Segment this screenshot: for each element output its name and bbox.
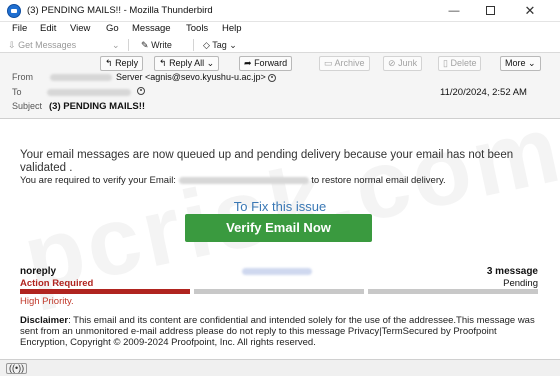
- message-date: 11/20/2024, 2:52 AM: [440, 87, 527, 98]
- disclaimer-text: Disclaimer: This email and its content a…: [20, 315, 540, 348]
- junk-label: Junk: [398, 58, 418, 68]
- archive-button[interactable]: ▭ Archive: [319, 56, 370, 71]
- title-bar: (3) PENDING MAILS!! - Mozilla Thunderbir…: [0, 0, 560, 22]
- message-header: ↰ Reply ↰ Reply All ⌄ ➦ Forward ▭ Archiv…: [0, 53, 560, 119]
- pending-label: Pending: [503, 278, 538, 289]
- delete-button[interactable]: ▯ Delete: [438, 56, 482, 71]
- more-label: More: [505, 58, 526, 68]
- minimize-button[interactable]: —: [436, 0, 472, 22]
- write-button[interactable]: ✎ Write: [141, 38, 172, 52]
- from-address: Server <agnis@sevo.kyushu-u.ac.jp>: [116, 72, 266, 82]
- redacted-sender-name: [50, 74, 112, 81]
- action-required-label: Action Required: [20, 278, 94, 289]
- redacted-email: [178, 176, 309, 184]
- progress-segment-pending: [368, 289, 538, 294]
- menu-go[interactable]: Go: [106, 23, 119, 34]
- menu-file[interactable]: File: [12, 23, 27, 34]
- maximize-icon: [485, 5, 495, 15]
- chevron-down-icon: ⌄: [528, 58, 536, 68]
- forward-icon: ➦: [244, 58, 252, 68]
- to-label: To: [12, 87, 22, 97]
- message-count: 3 message: [486, 266, 538, 277]
- priority-label: High Priority.: [20, 296, 74, 307]
- menu-help[interactable]: Help: [222, 23, 242, 34]
- message-body: pcrisk.com Your email messages are now q…: [0, 119, 560, 359]
- trash-icon: ▯: [443, 58, 448, 68]
- disclaimer-heading: Disclaimer: [20, 315, 69, 326]
- reply-label: Reply: [115, 58, 139, 68]
- tag-icon: ◇: [203, 40, 210, 50]
- queued-message-text: Your email messages are now queued up an…: [20, 149, 514, 174]
- toolbar-divider: [128, 39, 129, 51]
- chevron-down-icon: ⌄: [112, 40, 120, 50]
- write-label: Write: [151, 40, 172, 50]
- redacted-link[interactable]: [242, 268, 312, 275]
- main-toolbar: ⇩ Get Messages ⌄ ✎ Write ◇ Tag ⌄: [0, 37, 560, 53]
- verify-instruction-end: to restore normal email delivery.: [308, 175, 446, 186]
- reply-all-icon: ↰: [159, 58, 167, 68]
- disclaimer-body: : This email and its content are confide…: [20, 315, 535, 348]
- thunderbird-app-icon: [7, 4, 21, 18]
- archive-icon: ▭: [324, 58, 333, 68]
- redacted-recipient: [47, 89, 131, 96]
- download-icon: ⇩: [8, 40, 16, 50]
- pencil-icon: ✎: [141, 40, 149, 50]
- from-value[interactable]: Server <agnis@sevo.kyushu-u.ac.jp>: [116, 72, 276, 82]
- reply-button[interactable]: ↰ Reply: [100, 56, 144, 71]
- reply-icon: ↰: [105, 58, 113, 68]
- junk-button[interactable]: ⊘ Junk: [383, 56, 423, 71]
- more-button[interactable]: More ⌄: [500, 56, 541, 71]
- window-title: (3) PENDING MAILS!! - Mozilla Thunderbir…: [27, 5, 213, 16]
- subject-value: (3) PENDING MAILS!!: [49, 101, 146, 112]
- contact-icon[interactable]: [137, 87, 145, 95]
- menu-message[interactable]: Message: [132, 23, 171, 34]
- from-label: From: [12, 72, 33, 82]
- noreply-label: noreply: [20, 266, 57, 277]
- verify-email-button[interactable]: Verify Email Now: [185, 214, 372, 242]
- toolbar-divider: [193, 39, 194, 51]
- get-messages-button[interactable]: ⇩ Get Messages: [8, 38, 76, 52]
- menu-bar: File Edit View Go Message Tools Help: [0, 22, 560, 37]
- archive-label: Archive: [334, 58, 365, 68]
- subject-label: Subject: [12, 101, 43, 111]
- get-messages-dropdown[interactable]: ⌄: [112, 38, 120, 52]
- tag-label: Tag: [212, 40, 227, 50]
- verify-instruction-start: You are required to verify your Email:: [20, 175, 179, 186]
- progress-segment-action: [20, 289, 190, 294]
- get-messages-label: Get Messages: [18, 40, 77, 50]
- menu-view[interactable]: View: [70, 23, 90, 34]
- progress-segment-pending: [194, 289, 364, 294]
- junk-icon: ⊘: [388, 58, 396, 68]
- maximize-button[interactable]: [472, 0, 508, 22]
- delete-label: Delete: [450, 58, 477, 68]
- tag-button[interactable]: ◇ Tag ⌄: [203, 38, 237, 52]
- reply-all-label: Reply All: [169, 58, 205, 68]
- reply-all-button[interactable]: ↰ Reply All ⌄: [154, 56, 220, 71]
- contact-icon[interactable]: [267, 73, 276, 82]
- verify-instruction-text: You are required to verify your Email: t…: [20, 175, 520, 186]
- chevron-down-icon: ⌄: [206, 58, 215, 68]
- menu-tools[interactable]: Tools: [186, 23, 208, 34]
- chevron-down-icon: ⌄: [229, 40, 237, 50]
- menu-edit[interactable]: Edit: [40, 23, 56, 34]
- online-status-icon[interactable]: ((•)): [6, 363, 28, 374]
- status-bar: ((•)): [0, 359, 560, 376]
- forward-button[interactable]: ➦ Forward: [239, 56, 293, 71]
- close-button[interactable]: ✕: [512, 0, 548, 22]
- fix-issue-heading: To Fix this issue: [233, 199, 327, 214]
- forward-label: Forward: [254, 58, 288, 68]
